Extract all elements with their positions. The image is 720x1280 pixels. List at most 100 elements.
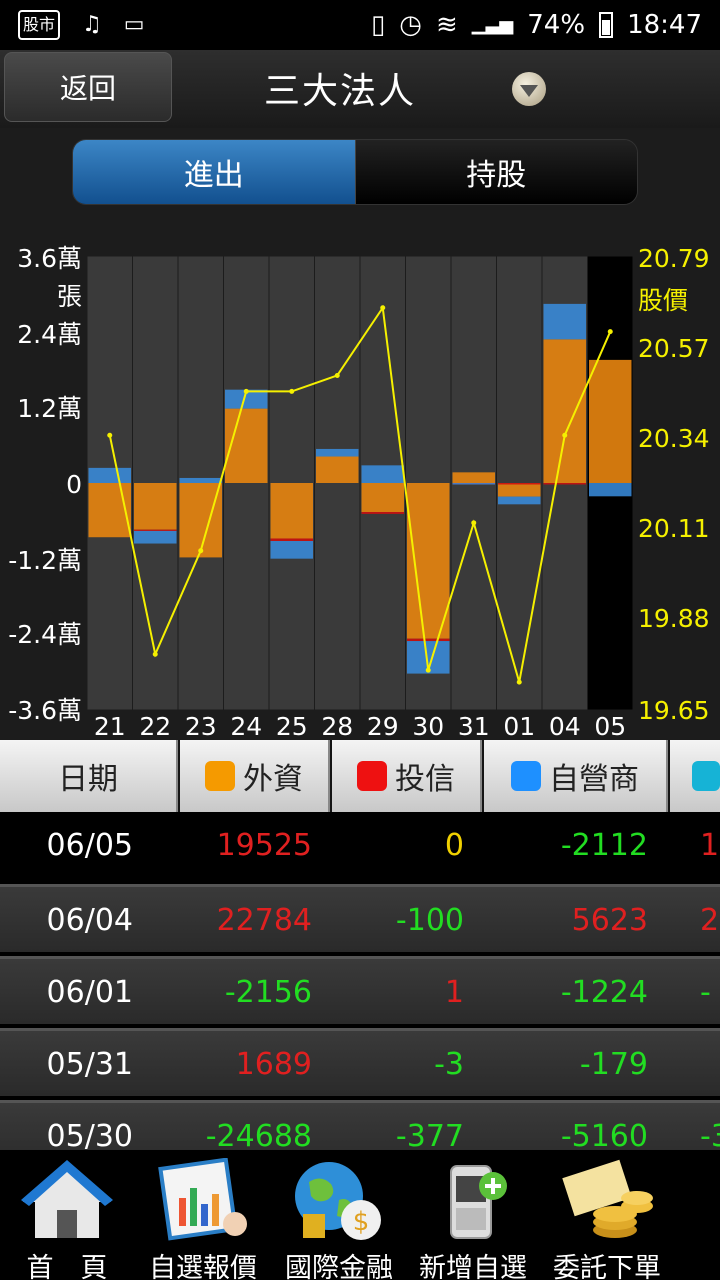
x-tick: 25 bbox=[276, 712, 308, 740]
trust-bar bbox=[498, 482, 541, 485]
x-tick: 30 bbox=[412, 712, 444, 740]
nav-intl-finance-label: 國際金融 bbox=[285, 1253, 393, 1280]
table-row[interactable]: 05/31 1689 -3 -179 bbox=[0, 1028, 720, 1096]
y-right-tick: 19.88 bbox=[638, 604, 710, 633]
date-cell: 06/01 bbox=[46, 975, 133, 1010]
trust-cell: -100 bbox=[395, 903, 464, 938]
phone-add-icon bbox=[423, 1158, 523, 1242]
foreign-bar bbox=[270, 483, 313, 539]
dealer-cell: 5623 bbox=[571, 903, 648, 938]
x-tick: 23 bbox=[185, 712, 217, 740]
extra-cell bbox=[700, 1031, 720, 1099]
price-point bbox=[562, 432, 568, 438]
table-row[interactable]: 05/30 -24688 -377 -5160 -3 bbox=[0, 1100, 720, 1150]
trust-bar bbox=[361, 512, 404, 514]
dealer-cell: -1224 bbox=[560, 975, 648, 1010]
dealer-bar bbox=[361, 465, 404, 483]
date-cell: 05/31 bbox=[46, 1047, 133, 1082]
tab-flow[interactable]: 進出 bbox=[73, 140, 355, 204]
x-tick: 24 bbox=[230, 712, 262, 740]
nav-watchlist-label: 自選報價 bbox=[149, 1253, 257, 1280]
extra-cell: 2 bbox=[700, 903, 720, 938]
extra-swatch bbox=[692, 761, 720, 791]
nav-intl-finance[interactable]: $ 國際金融 bbox=[272, 1150, 406, 1280]
dealer-bar bbox=[452, 483, 495, 485]
foreign-swatch bbox=[205, 761, 235, 791]
foreign-bar bbox=[543, 339, 586, 483]
table-row[interactable]: 06/01 -2156 1 -1224 - bbox=[0, 956, 720, 1024]
foreign-bar bbox=[316, 456, 359, 483]
music-icon: ♫ bbox=[82, 12, 102, 37]
y-right-tick: 20.79 bbox=[638, 244, 710, 273]
price-point bbox=[198, 548, 204, 554]
trust-bar bbox=[270, 538, 313, 542]
header-foreign-label: 外資 bbox=[243, 762, 303, 797]
x-tick: 04 bbox=[549, 712, 581, 740]
y-left-tick: -2.4萬 bbox=[8, 620, 82, 649]
x-tick: 28 bbox=[321, 712, 353, 740]
institutional-chart: 3.6萬張 2.4萬 1.2萬 0 -1.2萬 -2.4萬 -3.6萬 20.79 股價 20.5… bbox=[0, 222, 720, 740]
y-right-tick: 20.57 bbox=[638, 334, 710, 363]
nav-home[interactable]: 首 頁 bbox=[0, 1150, 134, 1280]
table-row[interactable]: 06/05 19525 0 -2112 1 bbox=[0, 812, 720, 880]
price-point bbox=[243, 388, 249, 394]
foreign-bar bbox=[179, 483, 222, 558]
foreign-cell: -2156 bbox=[224, 975, 312, 1010]
battery-icon bbox=[599, 12, 614, 38]
date-cell: 05/30 bbox=[46, 1119, 133, 1150]
y-left-tick: 0 bbox=[66, 470, 82, 499]
coins-order-icon bbox=[557, 1158, 657, 1242]
price-point bbox=[152, 651, 158, 657]
dealer-cell: -5160 bbox=[560, 1119, 648, 1150]
trust-cell: 1 bbox=[444, 975, 464, 1010]
x-tick: 21 bbox=[94, 712, 126, 740]
segmented-control: 進出 持股 bbox=[72, 139, 638, 205]
dealer-bar bbox=[88, 467, 131, 483]
price-point bbox=[471, 520, 477, 526]
trust-bar bbox=[407, 638, 450, 642]
dropdown-icon[interactable] bbox=[512, 72, 546, 106]
dealer-bar bbox=[316, 448, 359, 457]
dealer-bar bbox=[543, 303, 586, 340]
y-left-tick: 1.2萬 bbox=[17, 394, 82, 423]
table-row[interactable]: 06/04 22784 -100 5623 2 bbox=[0, 884, 720, 952]
chart-report-icon bbox=[153, 1158, 253, 1242]
price-point bbox=[425, 667, 431, 673]
y-left-tick: 3.6萬 bbox=[17, 244, 82, 273]
trust-cell: -3 bbox=[434, 1047, 464, 1082]
status-bar: 股市 ♫ ▭ ▯ ◷ ≋ ▁▃▅ 74% 18:47 bbox=[0, 0, 720, 50]
dealer-bar bbox=[498, 496, 541, 505]
tabs-bar: 進出 持股 bbox=[0, 128, 720, 222]
price-point bbox=[607, 329, 613, 335]
y-left-tick: -3.6萬 bbox=[8, 696, 82, 725]
tab-holdings[interactable]: 持股 bbox=[354, 140, 637, 204]
foreign-bar bbox=[498, 483, 541, 497]
header-foreign[interactable]: 外資 bbox=[180, 740, 330, 812]
alarm-icon: ◷ bbox=[399, 10, 422, 40]
bottom-nav: 首 頁 自選報價 $ 國際金融 新增自選 委託下單 bbox=[0, 1150, 720, 1280]
x-tick: 01 bbox=[503, 712, 535, 740]
dealer-bar bbox=[270, 541, 313, 559]
nav-home-label: 首 頁 bbox=[26, 1253, 108, 1280]
header-date[interactable]: 日期 bbox=[0, 740, 178, 812]
header-trust-label: 投信 bbox=[395, 762, 455, 797]
foreign-bar bbox=[589, 359, 632, 483]
price-point bbox=[516, 679, 522, 685]
nav-add-watchlist[interactable]: 新增自選 bbox=[406, 1150, 540, 1280]
nav-add-watchlist-label: 新增自選 bbox=[419, 1253, 527, 1280]
header-trust[interactable]: 投信 bbox=[332, 740, 482, 812]
svg-text:$: $ bbox=[353, 1207, 370, 1237]
nav-watchlist[interactable]: 自選報價 bbox=[134, 1150, 272, 1280]
trust-bar bbox=[543, 483, 586, 485]
nav-place-order[interactable]: 委託下單 bbox=[540, 1150, 674, 1280]
foreign-cell: 19525 bbox=[216, 828, 312, 863]
price-point bbox=[107, 432, 113, 438]
x-tick: 22 bbox=[139, 712, 171, 740]
date-cell: 06/04 bbox=[46, 903, 133, 938]
header-extra[interactable] bbox=[670, 740, 720, 812]
signal-icon: ▁▃▅ bbox=[471, 14, 514, 35]
header-dealer[interactable]: 自營商 bbox=[484, 740, 668, 812]
header-dealer-label: 自營商 bbox=[549, 762, 639, 797]
extra-cell: 1 bbox=[700, 828, 720, 863]
foreign-cell: -24688 bbox=[205, 1119, 312, 1150]
